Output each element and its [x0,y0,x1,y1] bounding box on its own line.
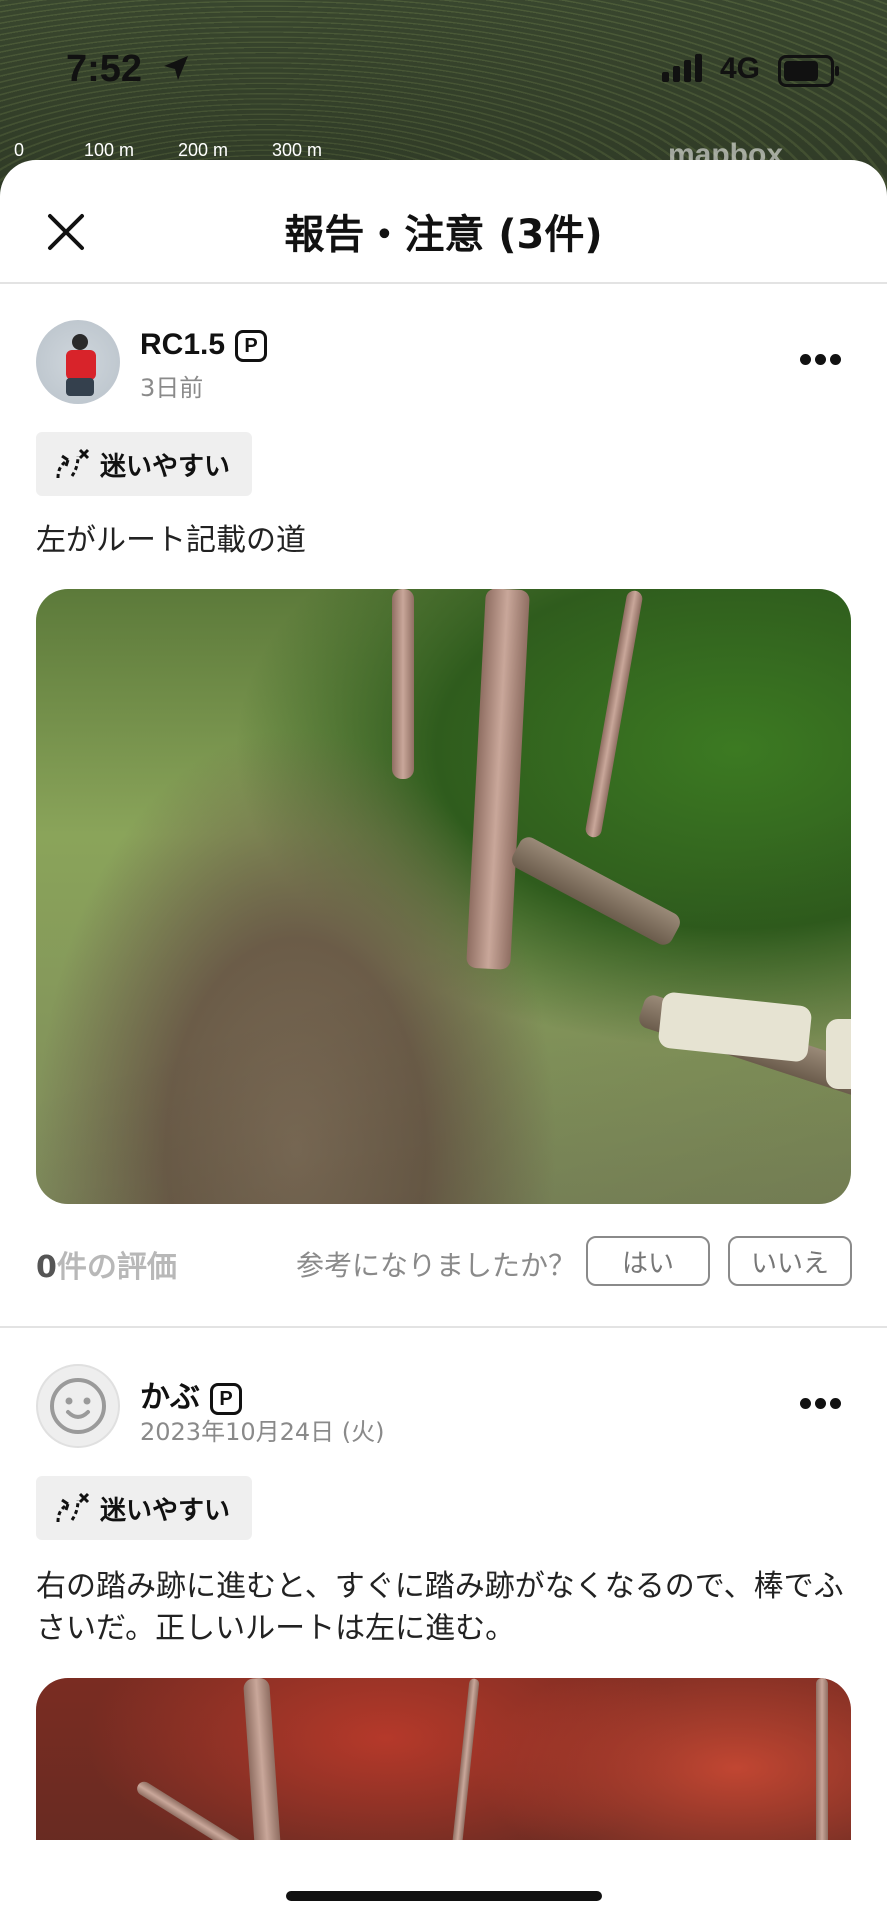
lost-route-icon [56,448,90,479]
map-scale-label: 100 m [84,140,135,160]
photo-tree [392,589,414,779]
photo-tree [466,589,530,970]
username-text: RC1.5 [140,328,226,361]
home-indicator[interactable] [286,1891,602,1901]
sheet-title: 報告・注意 (3件) [284,212,603,258]
helpful-yes-button[interactable]: はい [586,1236,710,1286]
photo-tree [584,589,644,839]
battery-icon [778,55,839,87]
posted-time: 2023年10月24日 (火) [140,1418,385,1446]
report-tag: 迷いやすい [36,432,253,496]
yes-label: はい [621,1248,674,1279]
signal-icon [662,54,702,82]
default-avatar-icon [50,1378,106,1434]
sheet-header: 報告・注意 (3件) [0,160,887,284]
more-options-button[interactable] [800,1398,841,1409]
lost-route-icon [56,1492,90,1523]
premium-badge: P [235,330,268,363]
report-item: かぶ P 2023年10月24日 (火) 迷いやすい 右の踏み跡に進むと、すぐに踏… [0,1328,887,1920]
report-text: 右の踏み跡に進むと、すぐに踏み跡がなくなるので、棒でふさいだ。正しいルートは左に… [36,1569,844,1646]
username[interactable]: RC1.5 P [140,328,268,363]
premium-badge: P [210,1383,242,1416]
avatar[interactable] [36,1364,120,1448]
avatar[interactable] [36,320,120,404]
photo-rock [657,991,813,1063]
map-scale-label: 0 [14,140,25,160]
tag-label: 迷いやすい [100,1495,231,1526]
photo-log [508,833,684,949]
home-indicator-area [0,1840,887,1920]
map-scale-label: 300 m [272,140,323,160]
location-arrow-icon [164,56,188,80]
mapbox-attribution: mapbox [668,138,784,171]
report-text: 左がルート記載の道 [36,523,306,558]
more-options-button[interactable] [800,354,841,365]
report-photo[interactable] [36,589,851,1204]
map-scale-label: 200 m [178,140,229,160]
rating-count: 0件の評価 [36,1242,177,1286]
helpful-question: 参考になりましたか？ [296,1249,577,1282]
username-text: かぶ [140,1381,200,1414]
status-time: 7:52 [66,48,143,90]
no-label: いいえ [750,1248,829,1279]
reports-sheet: 報告・注意 (3件) RC1.5 P 3日前 迷いやすい 左がルート記載の道 0… [0,160,887,1920]
more-icon [800,354,811,365]
helpful-no-button[interactable]: いいえ [728,1236,852,1286]
posted-time: 3日前 [140,374,204,402]
photo-rock [826,1019,851,1089]
rating-suffix: 件の評価 [56,1250,177,1285]
rating-number: 0 [36,1250,57,1285]
network-label: 4G [720,52,761,85]
report-item: RC1.5 P 3日前 迷いやすい 左がルート記載の道 0件の評価 参考になりま… [0,284,887,1286]
username[interactable]: かぶ P [140,1372,242,1416]
report-tag: 迷いやすい [36,1476,253,1540]
more-icon [800,1398,811,1409]
tag-label: 迷いやすい [100,451,231,482]
